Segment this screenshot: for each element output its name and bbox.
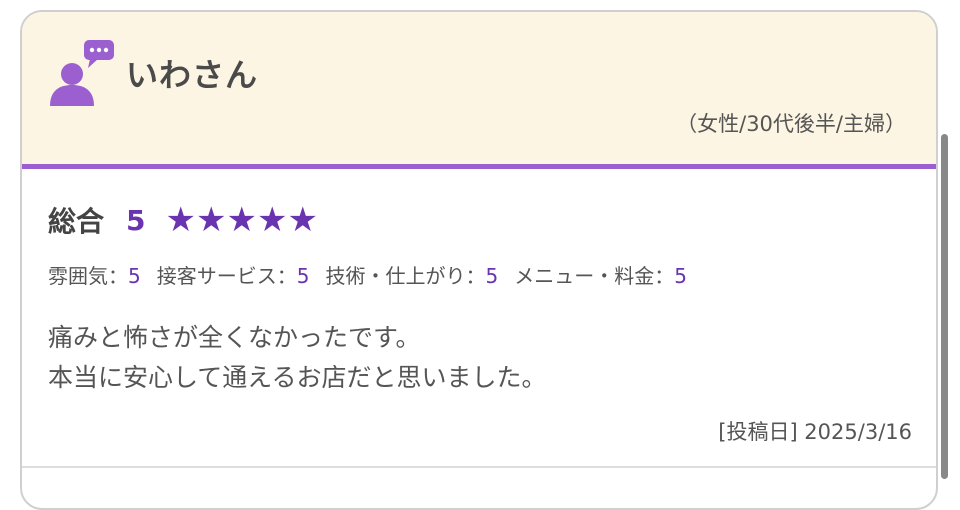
user-comment-icon: [50, 40, 114, 106]
comment-line: 本当に安心して通えるお店だと思いました。: [48, 363, 547, 392]
star-icon: ★: [165, 200, 196, 240]
sub-rating-service: 接客サービス：5: [156, 264, 310, 288]
review-comment: 痛みと怖さが全くなかったです。 本当に安心して通えるお店だと思いました。: [48, 318, 547, 398]
reviewer-profile: （女性/30代後半/主婦）: [676, 112, 906, 136]
star-icon: ★: [226, 200, 257, 240]
overall-rating: 総合 5 ★ ★ ★ ★ ★: [48, 200, 318, 240]
divider: [22, 466, 936, 468]
overall-score: 5: [126, 203, 146, 237]
reviewer-name: いわさん: [126, 56, 259, 94]
star-icon: ★: [195, 200, 227, 240]
star-icon: ★: [287, 200, 318, 240]
review-card: いわさん （女性/30代後半/主婦） 総合 5 ★ ★ ★ ★ ★ 雰囲気：5 接客サー…: [20, 10, 938, 510]
comment-line: 痛みと怖さが全くなかったです。: [48, 323, 421, 352]
overall-label: 総合: [48, 205, 105, 238]
post-date: [投稿日] 2025/3/16: [718, 420, 912, 444]
star-icon: ★: [256, 200, 288, 240]
sub-ratings: 雰囲気：5 接客サービス：5 技術・仕上がり：5 メニュー・料金：5: [48, 260, 703, 289]
sub-rating-atmosphere: 雰囲気：5: [48, 264, 141, 288]
review-header: いわさん （女性/30代後半/主婦）: [22, 12, 936, 169]
star-rating: ★ ★ ★ ★ ★: [166, 203, 318, 237]
scrollbar[interactable]: [941, 134, 948, 479]
sub-rating-menu-price: メニュー・料金：5: [514, 264, 687, 288]
sub-rating-skill: 技術・仕上がり：5: [325, 264, 499, 288]
